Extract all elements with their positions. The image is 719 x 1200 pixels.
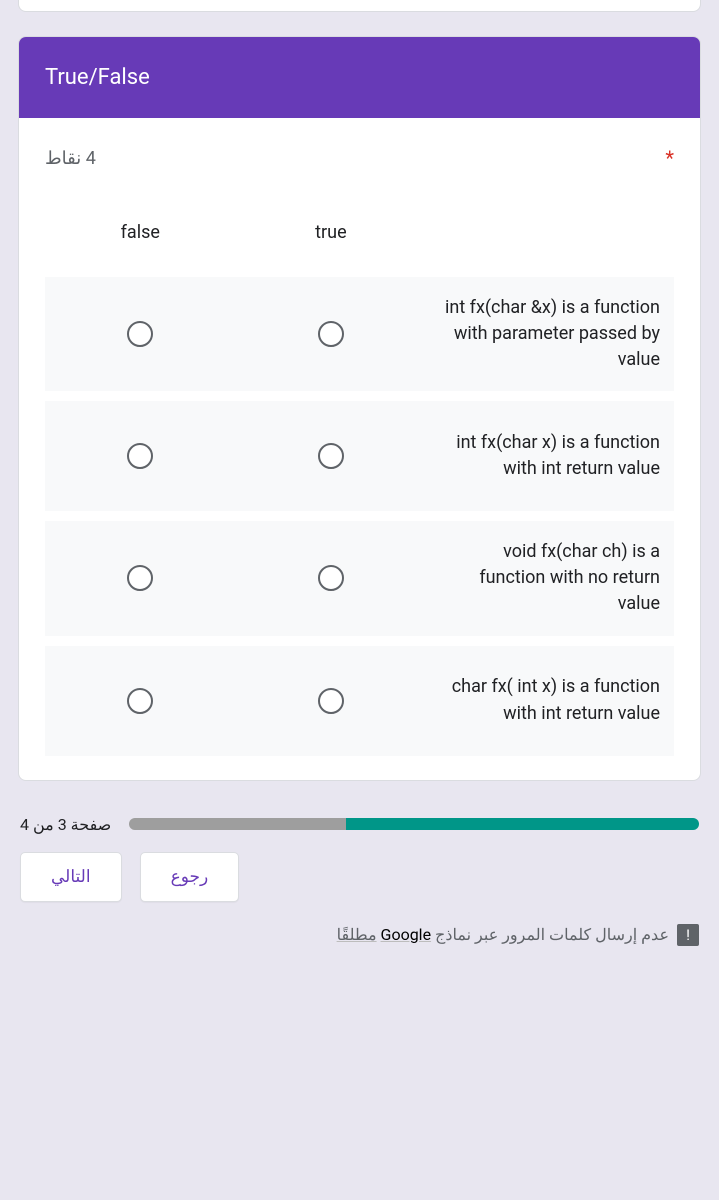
row-label: char fx( int x) is a function with int r… [426, 646, 674, 756]
radio-icon [127, 565, 153, 591]
column-header-false: false [45, 212, 236, 267]
notice-pre: عدم إرسال كلمات المرور عبر نماذج [435, 925, 669, 944]
progress-bar [129, 818, 699, 830]
row-label: int fx(char x) is a function with int re… [426, 401, 674, 511]
radio-icon [318, 443, 344, 469]
notice-google: Google [381, 925, 432, 944]
previous-card-edge [18, 0, 701, 12]
required-indicator: * [665, 146, 674, 170]
progress-remaining [129, 818, 346, 830]
points-label: 4 نقاط [45, 148, 96, 169]
question-card: True/False * 4 نقاط false true int fx(ch… [18, 36, 701, 781]
radio-cell-row2-false[interactable] [45, 401, 236, 511]
column-header-spacer [426, 212, 674, 267]
section-title: True/False [19, 37, 700, 118]
radio-icon [127, 443, 153, 469]
row-label: void fx(char ch) is a function with no r… [426, 521, 674, 635]
column-header-true: true [236, 212, 427, 267]
password-notice: ! عدم إرسال كلمات المرور عبر نماذج Googl… [18, 920, 701, 946]
page-indicator: صفحة 3 من 4 [20, 815, 111, 834]
progress-row: صفحة 3 من 4 [18, 809, 701, 852]
back-button[interactable]: رجوع [140, 852, 240, 902]
report-icon[interactable]: ! [677, 924, 699, 946]
radio-icon [127, 321, 153, 347]
radio-icon [318, 321, 344, 347]
radio-cell-row2-true[interactable] [236, 401, 427, 511]
radio-cell-row1-true[interactable] [236, 277, 427, 391]
radio-icon [127, 688, 153, 714]
notice-post: مطلقًا [337, 925, 377, 944]
radio-icon [318, 688, 344, 714]
radio-cell-row4-false[interactable] [45, 646, 236, 756]
row-label: int fx(char &x) is a function with param… [426, 277, 674, 391]
radio-cell-row4-true[interactable] [236, 646, 427, 756]
next-button[interactable]: التالي [20, 852, 122, 902]
radio-icon [318, 565, 344, 591]
radio-cell-row3-false[interactable] [45, 521, 236, 635]
progress-fill [346, 818, 699, 830]
radio-cell-row3-true[interactable] [236, 521, 427, 635]
radio-cell-row1-false[interactable] [45, 277, 236, 391]
question-grid: false true int fx(char &x) is a function… [45, 212, 674, 756]
